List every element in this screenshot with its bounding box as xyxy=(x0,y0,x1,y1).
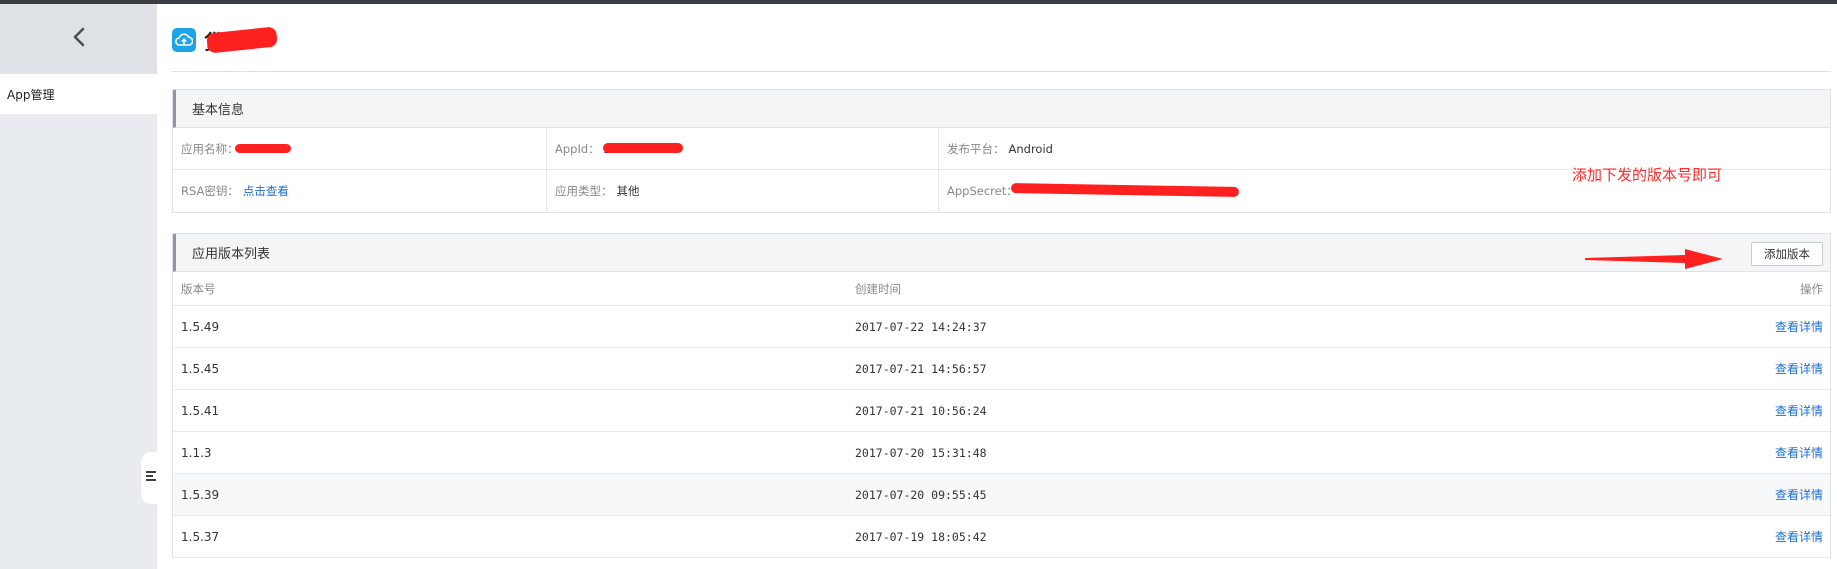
created-cell: 2017-07-20 09:55:45 xyxy=(855,487,987,502)
back-button[interactable] xyxy=(0,4,157,74)
created-cell: 2017-07-22 14:24:37 xyxy=(855,319,987,334)
field-app-id: AppId： 245 xyxy=(547,128,939,170)
cloud-upload-icon xyxy=(172,28,196,52)
basic-info-panel: 基本信息 应用名称： AppId： 245 发布平台： Android RSA密… xyxy=(172,89,1831,213)
version-cell: 1.5.45 xyxy=(181,361,220,376)
view-details-link[interactable]: 查看详情 xyxy=(1775,360,1823,377)
table-row: 1.5.49 2017-07-22 14:24:37 查看详情 xyxy=(173,306,1830,348)
field-value: 其他 xyxy=(616,184,640,198)
redaction-mark xyxy=(603,143,683,153)
created-cell: 2017-07-20 15:31:48 xyxy=(855,445,987,460)
column-header-version: 版本号 xyxy=(181,281,216,296)
column-header-action: 操作 xyxy=(1800,281,1823,296)
redaction-mark xyxy=(1010,183,1240,197)
field-label: 发布平台： xyxy=(947,141,1005,156)
field-label: 应用类型： xyxy=(555,184,613,198)
sidebar-item-label: App管理 xyxy=(7,87,55,102)
version-cell: 1.5.37 xyxy=(181,529,220,544)
table-header: 版本号 创建时间 操作 xyxy=(173,272,1830,306)
view-details-link[interactable]: 查看详情 xyxy=(1775,402,1823,419)
column-header-created: 创建时间 xyxy=(855,281,901,296)
redaction-mark xyxy=(235,144,291,153)
version-cell: 1.5.41 xyxy=(181,403,220,418)
field-rsa-key: RSA密钥： 点击查看 xyxy=(173,170,547,212)
view-rsa-key-link[interactable]: 点击查看 xyxy=(243,183,289,199)
basic-info-header: 基本信息 xyxy=(173,90,1830,128)
chevron-left-icon xyxy=(72,26,86,52)
main-content: 贷 基本信息 应用名称： AppId： 245 发布平台： Android R xyxy=(172,4,1832,569)
field-label: 应用名称： xyxy=(181,141,239,156)
section-title: 基本信息 xyxy=(192,103,245,118)
view-details-link[interactable]: 查看详情 xyxy=(1775,444,1823,461)
field-label: AppId： xyxy=(555,141,600,156)
version-cell: 1.5.39 xyxy=(181,487,220,502)
annotation-text: 添加下发的版本号即可 xyxy=(1572,166,1723,184)
table-row: 1.1.3 2017-07-20 15:31:48 查看详情 xyxy=(173,432,1830,474)
version-list-header: 应用版本列表 添加版本 xyxy=(173,234,1830,272)
table-row: 1.5.41 2017-07-21 10:56:24 查看详情 xyxy=(173,390,1830,432)
sidebar: App管理 xyxy=(0,4,161,569)
created-cell: 2017-07-19 18:05:42 xyxy=(855,529,987,544)
view-details-link[interactable]: 查看详情 xyxy=(1775,486,1823,503)
field-app-type: 应用类型： 其他 xyxy=(547,170,939,212)
menu-lines-icon xyxy=(145,469,157,487)
sidebar-item-app-management[interactable]: App管理 xyxy=(0,74,157,114)
field-label: RSA密钥： xyxy=(181,184,239,198)
view-details-link[interactable]: 查看详情 xyxy=(1775,528,1823,545)
annotation-arrow-icon xyxy=(1585,249,1725,275)
version-list-panel: 应用版本列表 添加版本 版本号 创建时间 操作 1.5.49 2017-07-2… xyxy=(172,233,1831,558)
title-divider xyxy=(172,71,1831,72)
created-cell: 2017-07-21 14:56:57 xyxy=(855,361,987,376)
version-cell: 1.1.3 xyxy=(181,445,212,460)
version-cell: 1.5.49 xyxy=(181,319,220,334)
field-label: AppSecret： xyxy=(947,184,1018,198)
sidebar-collapse-handle[interactable] xyxy=(141,452,161,504)
add-version-button[interactable]: 添加版本 xyxy=(1751,242,1823,266)
view-details-link[interactable]: 查看详情 xyxy=(1775,318,1823,335)
table-row: 1.5.39 2017-07-20 09:55:45 查看详情 xyxy=(173,474,1830,516)
field-app-name: 应用名称： xyxy=(173,128,547,170)
table-row: 1.5.45 2017-07-21 14:56:57 查看详情 xyxy=(173,348,1830,390)
field-value: Android xyxy=(1008,141,1053,156)
table-row: 1.5.37 2017-07-19 18:05:42 查看详情 xyxy=(173,516,1830,558)
created-cell: 2017-07-21 10:56:24 xyxy=(855,403,987,418)
section-title: 应用版本列表 xyxy=(192,247,271,262)
